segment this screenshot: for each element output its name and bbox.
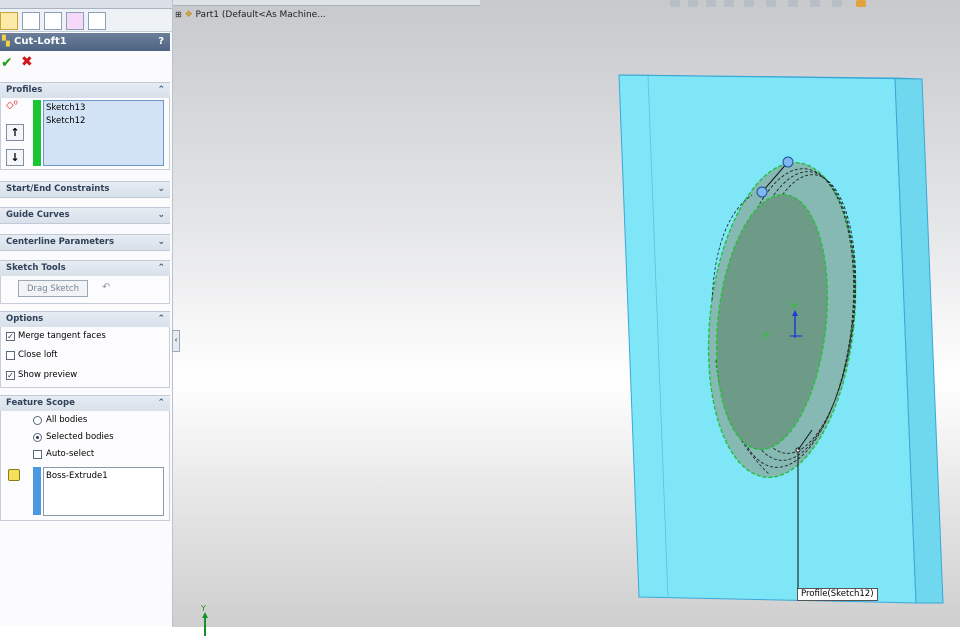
- close-loft-checkbox[interactable]: [6, 351, 15, 360]
- help-button[interactable]: ?: [158, 33, 164, 51]
- feature-tree-flyout[interactable]: ⊞ ❖ Part1 (Default<As Machine...: [175, 10, 326, 20]
- graphics-viewport[interactable]: [173, 0, 960, 627]
- hide-show-icon[interactable]: [788, 0, 798, 7]
- display-manager-tab-icon[interactable]: [88, 12, 106, 30]
- display-style-icon[interactable]: [766, 0, 776, 7]
- scope-color-strip: [33, 467, 41, 515]
- collapse-icon[interactable]: ⌃: [157, 312, 165, 327]
- edit-appearance-icon[interactable]: [810, 0, 820, 7]
- all-bodies-label: All bodies: [46, 415, 88, 425]
- manager-tabs: [0, 9, 172, 32]
- undo-sketch-drag-icon[interactable]: ↶: [102, 282, 110, 293]
- centerline-parameters-header[interactable]: Centerline Parameters ⌄: [0, 234, 170, 251]
- collapse-panel-handle-icon[interactable]: ‹: [172, 330, 180, 352]
- profiles-group-header[interactable]: Profiles ⌃: [0, 82, 170, 99]
- feature-manager-tab-icon[interactable]: [0, 12, 18, 30]
- expand-icon[interactable]: ⌄: [157, 182, 165, 197]
- section-view-icon[interactable]: [724, 0, 734, 7]
- solid-body-icon: [8, 469, 20, 481]
- move-up-button[interactable]: ↑: [6, 124, 24, 141]
- bodies-list[interactable]: Boss-Extrude1: [43, 467, 164, 516]
- list-item[interactable]: Boss-Extrude1: [46, 471, 108, 481]
- part-name[interactable]: Part1 (Default<As Machine...: [196, 10, 326, 20]
- options-header[interactable]: Options ⌃: [0, 311, 170, 328]
- drag-sketch-button[interactable]: Drag Sketch: [18, 280, 88, 297]
- zoom-to-area-icon[interactable]: [688, 0, 698, 7]
- sketch-tools-header[interactable]: Sketch Tools ⌃: [0, 260, 170, 277]
- profiles-group-body: ◇⁰ ↑ ↓ Sketch13 Sketch12: [0, 98, 170, 170]
- all-bodies-radio[interactable]: [33, 416, 42, 425]
- show-preview-label: Show preview: [18, 370, 78, 380]
- list-item[interactable]: Sketch12: [46, 116, 85, 126]
- part-icon: ❖: [184, 10, 193, 20]
- expand-icon[interactable]: ⌄: [157, 235, 165, 250]
- zoom-to-fit-icon[interactable]: [670, 0, 680, 7]
- profiles-list[interactable]: Sketch13 Sketch12: [43, 100, 164, 166]
- property-manager-tab-icon[interactable]: [22, 12, 40, 30]
- view-settings-icon[interactable]: [856, 0, 866, 7]
- view-orientation-icon[interactable]: [744, 0, 754, 7]
- previous-view-icon[interactable]: [706, 0, 716, 7]
- merge-tangent-faces-checkbox[interactable]: ✓: [6, 332, 15, 341]
- close-loft-label: Close loft: [18, 350, 58, 360]
- collapse-icon[interactable]: ⌃: [157, 83, 165, 98]
- expand-icon[interactable]: ⌄: [157, 208, 165, 223]
- feature-scope-header[interactable]: Feature Scope ⌃: [0, 395, 170, 412]
- selected-bodies-radio[interactable]: [33, 433, 42, 442]
- apply-scene-icon[interactable]: [832, 0, 842, 7]
- cancel-button[interactable]: ✖: [21, 54, 33, 70]
- start-end-constraints-header[interactable]: Start/End Constraints ⌄: [0, 181, 170, 198]
- heads-up-view-toolbar[interactable]: [660, 0, 900, 9]
- loft-feature-icon: ▚: [2, 36, 10, 47]
- profile-icon: ◇⁰: [6, 100, 18, 111]
- auto-select-label: Auto-select: [46, 449, 95, 459]
- feature-title-bar: ▚ Cut-Loft1 ?: [0, 33, 170, 51]
- profile-callout[interactable]: Profile(Sketch12): [797, 588, 878, 601]
- show-preview-checkbox[interactable]: ✓: [6, 371, 15, 380]
- merge-tangent-faces-label: Merge tangent faces: [18, 331, 106, 341]
- property-manager: ▚ Cut-Loft1 ? ✔ ✖ Profiles ⌃ ◇⁰ ↑ ↓ Sket…: [0, 0, 180, 627]
- selected-bodies-label: Selected bodies: [46, 432, 114, 442]
- profiles-color-strip: [33, 100, 41, 166]
- expand-icon[interactable]: ⊞: [175, 10, 182, 19]
- collapse-icon[interactable]: ⌃: [157, 396, 165, 411]
- list-item[interactable]: Sketch13: [46, 103, 85, 113]
- auto-select-checkbox[interactable]: [33, 450, 42, 459]
- collapse-icon[interactable]: ⌃: [157, 261, 165, 276]
- ok-button[interactable]: ✔: [1, 55, 13, 71]
- dimxpert-manager-tab-icon[interactable]: [66, 12, 84, 30]
- feature-title: Cut-Loft1: [14, 36, 67, 47]
- guide-curves-header[interactable]: Guide Curves ⌄: [0, 207, 170, 224]
- y-axis-arrow-icon: [202, 612, 208, 636]
- move-down-button[interactable]: ↓: [6, 149, 24, 166]
- profiles-label: Profiles: [6, 85, 43, 95]
- configuration-manager-tab-icon[interactable]: [44, 12, 62, 30]
